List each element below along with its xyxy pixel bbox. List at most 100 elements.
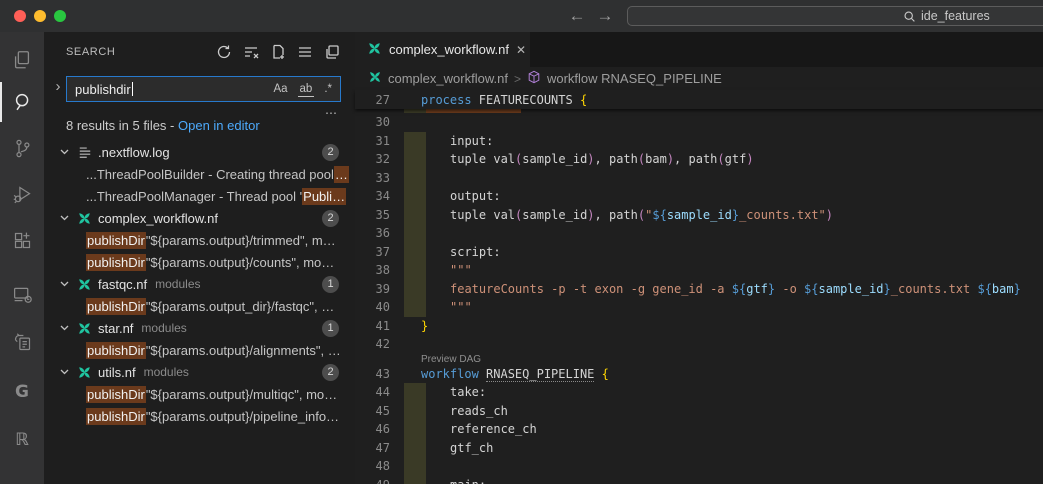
file-row[interactable]: fastqc.nfmodules1	[44, 273, 355, 295]
code-token: -o	[775, 282, 804, 296]
code-token: bam	[992, 282, 1014, 296]
file-row[interactable]: .nextflow.log 2	[44, 141, 355, 163]
toggle-search-details-icon[interactable]: ⋯	[325, 106, 339, 120]
nextflow-file-icon	[76, 364, 93, 381]
code-token: {	[602, 367, 609, 381]
match-case-toggle[interactable]: Aa	[271, 82, 289, 96]
codelens-preview-dag[interactable]: Preview DAG	[421, 354, 1043, 365]
new-search-editor-icon[interactable]	[269, 43, 287, 61]
code-token: )	[587, 208, 594, 222]
line-number: 45	[355, 404, 400, 418]
file-name: utils.nf	[98, 365, 136, 380]
code-token: """	[450, 300, 472, 314]
match-row[interactable]: publishDir "${params.output}/counts", mo…	[44, 251, 355, 273]
search-query-text: publishdir	[75, 82, 131, 97]
code-line: 49main:	[355, 476, 1043, 484]
code-text: featureCounts -p -t exon -g gene_id -a $…	[450, 282, 1021, 296]
chevron-down-icon[interactable]	[57, 365, 71, 379]
regex-toggle[interactable]: .*	[322, 82, 334, 96]
activity-item-gitlens[interactable]: G	[0, 372, 44, 412]
scope-highlight-block	[404, 169, 426, 188]
activity-item-search[interactable]	[0, 82, 44, 122]
file-name: fastqc.nf	[98, 277, 147, 292]
code-line: 32tuple val(sample_id), path(bam), path(…	[355, 150, 1043, 169]
cloud-icon	[12, 478, 33, 484]
match-highlight: publishDir	[86, 342, 146, 359]
navigate-back-button[interactable]: ←	[565, 4, 589, 28]
code-token: tuple val	[450, 152, 515, 166]
navigate-forward-button[interactable]: →	[593, 4, 617, 28]
view-as-list-icon[interactable]	[296, 43, 314, 61]
maximize-window-button[interactable]	[54, 10, 66, 22]
close-window-button[interactable]	[14, 10, 26, 22]
scope-highlight-block	[404, 132, 426, 151]
file-path-description: modules	[144, 365, 189, 379]
code-token: take:	[450, 385, 486, 399]
line-number: 35	[355, 208, 400, 222]
breadcrumb-symbol[interactable]: workflow RNASEQ_PIPELINE	[547, 71, 722, 86]
match-row[interactable]: ...ThreadPoolManager - Thread pool 'Publ…	[44, 185, 355, 207]
activity-item-snippets[interactable]	[0, 322, 44, 362]
activity-item-extensions[interactable]	[0, 220, 44, 260]
file-name: .nextflow.log	[98, 145, 170, 160]
scope-highlight-block	[404, 439, 426, 458]
code-token: )	[587, 152, 594, 166]
code-line: 35tuple val(sample_id), path("${sample_i…	[355, 206, 1043, 225]
command-center-text: ide_features	[921, 9, 990, 23]
scope-highlight-block	[404, 383, 426, 402]
refresh-icon[interactable]	[215, 43, 233, 61]
file-row[interactable]: utils.nfmodules2	[44, 361, 355, 383]
chevron-down-icon[interactable]	[57, 211, 71, 225]
activity-item-source-control[interactable]	[0, 128, 44, 168]
activity-item-run-debug[interactable]	[0, 174, 44, 214]
search-input[interactable]: publishdir Aa ab .*	[66, 76, 341, 102]
collapse-all-icon[interactable]	[323, 43, 341, 61]
activity-item-remote-explorer[interactable]	[0, 274, 44, 314]
scope-highlight-block	[404, 476, 426, 484]
tab-complex-workflow[interactable]: complex_workflow.nf ✕	[355, 32, 530, 67]
nextflow-file-icon	[76, 276, 93, 293]
document-transfer-icon	[12, 332, 33, 353]
breadcrumb-file[interactable]: complex_workflow.nf	[388, 71, 508, 86]
code-area[interactable]: 27process FEATURECOUNTS { 3031input:32tu…	[355, 90, 1043, 484]
match-row[interactable]: publishDir "${params.output}/alignments"…	[44, 339, 355, 361]
match-row[interactable]: publishDir "${params.output}/pipeline_in…	[44, 405, 355, 427]
close-tab-icon[interactable]: ✕	[516, 43, 526, 57]
match-count-badge: 2	[322, 144, 339, 161]
sticky-scroll-line[interactable]: 27process FEATURECOUNTS {	[355, 90, 1043, 109]
text-cursor	[132, 82, 133, 96]
line-number: 46	[355, 422, 400, 436]
code-token: }	[1014, 282, 1021, 296]
match-row[interactable]: publishDir "${params.output}/multiqc", m…	[44, 383, 355, 405]
activity-item-cloud[interactable]	[0, 468, 44, 484]
command-center[interactable]: ide_features	[627, 6, 1043, 26]
gitlens-icon: G	[15, 382, 29, 402]
chevron-down-icon[interactable]	[57, 145, 71, 159]
code-token: output:	[450, 189, 501, 203]
open-in-editor-link[interactable]: Open in editor	[178, 118, 260, 133]
editor-group: complex_workflow.nf ✕ complex_workflow.n…	[355, 32, 1043, 484]
code-text: reads_ch	[450, 404, 508, 418]
activity-item-explorer[interactable]	[0, 40, 44, 80]
clear-search-results-icon[interactable]	[242, 43, 260, 61]
match-row[interactable]: ...ThreadPoolBuilder - Creating thread p…	[44, 163, 355, 185]
whole-word-toggle[interactable]: ab	[298, 82, 315, 97]
line-number: 48	[355, 459, 400, 473]
chevron-down-icon[interactable]	[57, 321, 71, 335]
match-row[interactable]: publishDir "${params.output}/trimmed", m…	[44, 229, 355, 251]
toggle-replace-chevron-icon[interactable]: ›	[52, 78, 64, 95]
code-token: }	[884, 282, 891, 296]
file-row[interactable]: star.nfmodules1	[44, 317, 355, 339]
code-token: ${	[804, 282, 818, 296]
chevron-down-icon[interactable]	[57, 277, 71, 291]
scope-highlight-block	[404, 280, 426, 299]
code-token: FEATURECOUNTS	[472, 93, 580, 107]
activity-item-r-language[interactable]: ℝ	[0, 420, 44, 460]
code-token: sample_id	[667, 208, 732, 222]
minimize-window-button[interactable]	[34, 10, 46, 22]
line-number: 41	[355, 319, 400, 333]
file-row[interactable]: complex_workflow.nf2	[44, 207, 355, 229]
match-row[interactable]: publishDir "${params.output_dir}/fastqc"…	[44, 295, 355, 317]
code-token: bam	[645, 152, 667, 166]
scope-highlight-block	[404, 150, 426, 169]
